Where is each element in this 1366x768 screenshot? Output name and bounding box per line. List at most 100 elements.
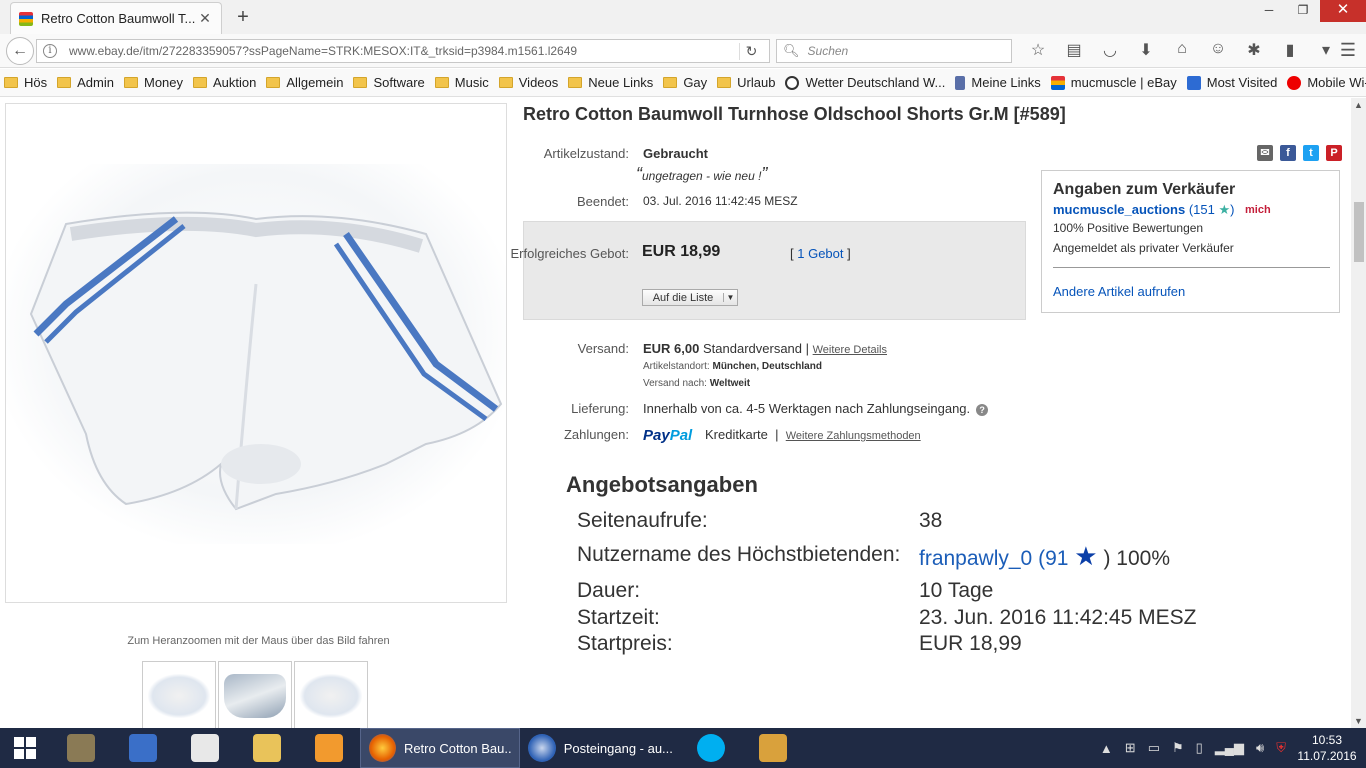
scroll-down-icon[interactable]: ▼ (1351, 716, 1366, 726)
tray-windows-icon[interactable]: ⊞ (1125, 740, 1136, 756)
scroll-thumb[interactable] (1354, 202, 1364, 262)
facebook-icon[interactable]: f (1280, 145, 1296, 161)
shipping-type: Standardversand | (703, 341, 809, 356)
downloads-icon[interactable]: ⬇ (1128, 40, 1164, 60)
tray-expand-icon[interactable]: ▲ (1100, 741, 1113, 756)
home-icon[interactable]: ⌂ (1164, 40, 1200, 60)
taskbar-skype-app[interactable] (680, 728, 742, 768)
network-icon[interactable]: ▂▄▆ (1215, 740, 1244, 756)
address-bar[interactable]: i www.ebay.de/itm/272283359057?ssPageNam… (36, 39, 770, 63)
bookmark-label: Music (454, 75, 489, 90)
restore-icon[interactable]: ❐ (1286, 0, 1320, 22)
watchlist-button[interactable]: Auf die Liste ▼ (642, 289, 738, 306)
taskbar-media-app[interactable] (298, 728, 360, 768)
pinterest-icon[interactable]: P (1326, 145, 1342, 161)
thumbnail-3[interactable] (294, 661, 368, 728)
reading-list-icon[interactable]: ▤ (1056, 40, 1092, 60)
payment-methods-link[interactable]: Weitere Zahlungsmethoden (786, 430, 921, 442)
browser-tab-active[interactable]: Retro Cotton Baumwoll T... ✕ (10, 2, 222, 34)
folder-icon (253, 734, 281, 762)
email-share-icon[interactable]: ✉ (1257, 145, 1273, 161)
search-input[interactable]: 🔍︎ Suchen (776, 39, 1012, 63)
hello-icon[interactable]: ☺ (1200, 40, 1236, 60)
volume-icon[interactable]: 🔊︎ (1256, 740, 1264, 756)
pocket-icon[interactable]: ◡ (1092, 40, 1128, 60)
bid-history-link[interactable]: 1 Gebot (797, 246, 843, 261)
window-close-icon[interactable]: ✕ (1320, 0, 1366, 22)
scroll-up-icon[interactable]: ▲ (1351, 100, 1366, 110)
paypal-logo: PayPal (643, 427, 692, 444)
shipping-price: EUR 6,00 (643, 341, 700, 356)
back-button[interactable]: ← (6, 37, 34, 65)
hamburger-menu-icon[interactable]: ☰ (1340, 40, 1356, 61)
zoom-hint: Zum Heranzoomen mit der Maus über das Bi… (127, 635, 390, 647)
folder-icon (123, 77, 138, 88)
seller-score[interactable]: (151 (1189, 202, 1215, 217)
minimize-icon[interactable]: ─ (1252, 0, 1286, 22)
thumbnail-1[interactable] (142, 661, 216, 728)
product-photo[interactable] (6, 164, 506, 544)
thumbnail-image (148, 674, 210, 718)
me-badge[interactable]: mich (1245, 204, 1271, 216)
bookmark-star-icon[interactable]: ☆ (1020, 40, 1056, 60)
taskbar-mail-window[interactable]: Posteingang - au... (520, 728, 680, 768)
more-dropdown-icon[interactable]: ▾ (1308, 40, 1344, 60)
twitter-icon[interactable]: t (1303, 145, 1319, 161)
bookmark-folder[interactable]: Music (434, 75, 489, 90)
bookmark-folder[interactable]: Money (123, 75, 184, 90)
bookmark-folder[interactable]: Neue Links (568, 75, 653, 90)
bookmark-label: Neue Links (588, 75, 654, 90)
url-text[interactable]: www.ebay.de/itm/272283359057?ssPageName=… (69, 44, 739, 58)
taskbar-notepad-app[interactable] (174, 728, 236, 768)
taskbar-explorer-app[interactable] (236, 728, 298, 768)
bookmark-folder[interactable]: Hös (4, 75, 47, 90)
tray-box-icon[interactable]: ▭ (1148, 740, 1160, 756)
payment-card: Kreditkarte (705, 427, 768, 442)
most-visited-icon (1186, 75, 1201, 90)
thumbnail-image (224, 674, 286, 718)
bookmark-site[interactable]: Meine Links (955, 75, 1041, 90)
bid-panel (523, 221, 1026, 320)
seller-name-link[interactable]: mucmuscle_auctions (1053, 202, 1185, 217)
bookmark-folder[interactable]: Software (353, 75, 425, 90)
chevron-down-icon[interactable]: ▼ (723, 293, 737, 302)
addon-icon[interactable]: ✱ (1236, 40, 1272, 60)
taskbar-ftp-app[interactable] (112, 728, 174, 768)
windows-taskbar: Retro Cotton Bau... Posteingang - au... … (0, 728, 1366, 768)
bidder-name-link[interactable]: franpawly_0 (919, 547, 1032, 570)
taskbar-tool-app[interactable] (742, 728, 804, 768)
bookmark-site[interactable]: Wetter Deutschland W... (785, 75, 945, 90)
close-tab-icon[interactable]: ✕ (197, 10, 213, 27)
bookmark-folder[interactable]: Allgemein (266, 75, 343, 90)
reload-icon[interactable]: ↻ (739, 42, 763, 60)
new-tab-button[interactable]: + (232, 6, 254, 29)
taskbar-camera-app[interactable] (50, 728, 112, 768)
other-items-link[interactable]: Andere Artikel aufrufen (1053, 284, 1185, 299)
help-icon[interactable]: ? (976, 404, 989, 416)
flag-icon[interactable]: ⚑ (1172, 740, 1184, 756)
bookmark-site[interactable]: Mobile Wi-Fi (1287, 75, 1366, 90)
bookmark-label: Mobile Wi-Fi (1307, 75, 1366, 90)
bookmark-site[interactable]: Most Visited (1186, 75, 1277, 90)
main-image-frame[interactable] (5, 103, 507, 603)
bookmark-label: Videos (518, 75, 559, 90)
bookmark-folder[interactable]: Gay (663, 75, 707, 90)
bookmark-site[interactable]: mucmuscle | eBay (1050, 75, 1177, 90)
bookmark-folder[interactable]: Admin (57, 75, 114, 90)
vertical-scrollbar[interactable]: ▲ ▼ (1351, 98, 1366, 728)
security-shield-icon[interactable]: ⛨ (1276, 740, 1286, 756)
bookmark-folder[interactable]: Urlaub (717, 75, 775, 90)
thumbnail-2[interactable] (218, 661, 292, 728)
bookmark-folder[interactable]: Auktion (193, 75, 256, 90)
clipboard-icon[interactable]: ▮ (1272, 40, 1308, 60)
site-info-icon[interactable]: i (43, 44, 57, 58)
shipping-line: EUR 6,00 Standardversand | Weitere Detai… (643, 341, 887, 356)
start-button[interactable] (0, 728, 50, 768)
bookmark-folder[interactable]: Videos (498, 75, 559, 90)
camera-icon (67, 734, 95, 762)
shipping-details-link[interactable]: Weitere Details (813, 344, 887, 356)
battery-icon[interactable]: ▯ (1196, 740, 1203, 756)
bookmark-label: Money (143, 75, 184, 90)
taskbar-firefox-window[interactable]: Retro Cotton Bau... (360, 728, 520, 768)
taskbar-clock[interactable]: 10:53 11.07.2016 (1296, 732, 1358, 764)
